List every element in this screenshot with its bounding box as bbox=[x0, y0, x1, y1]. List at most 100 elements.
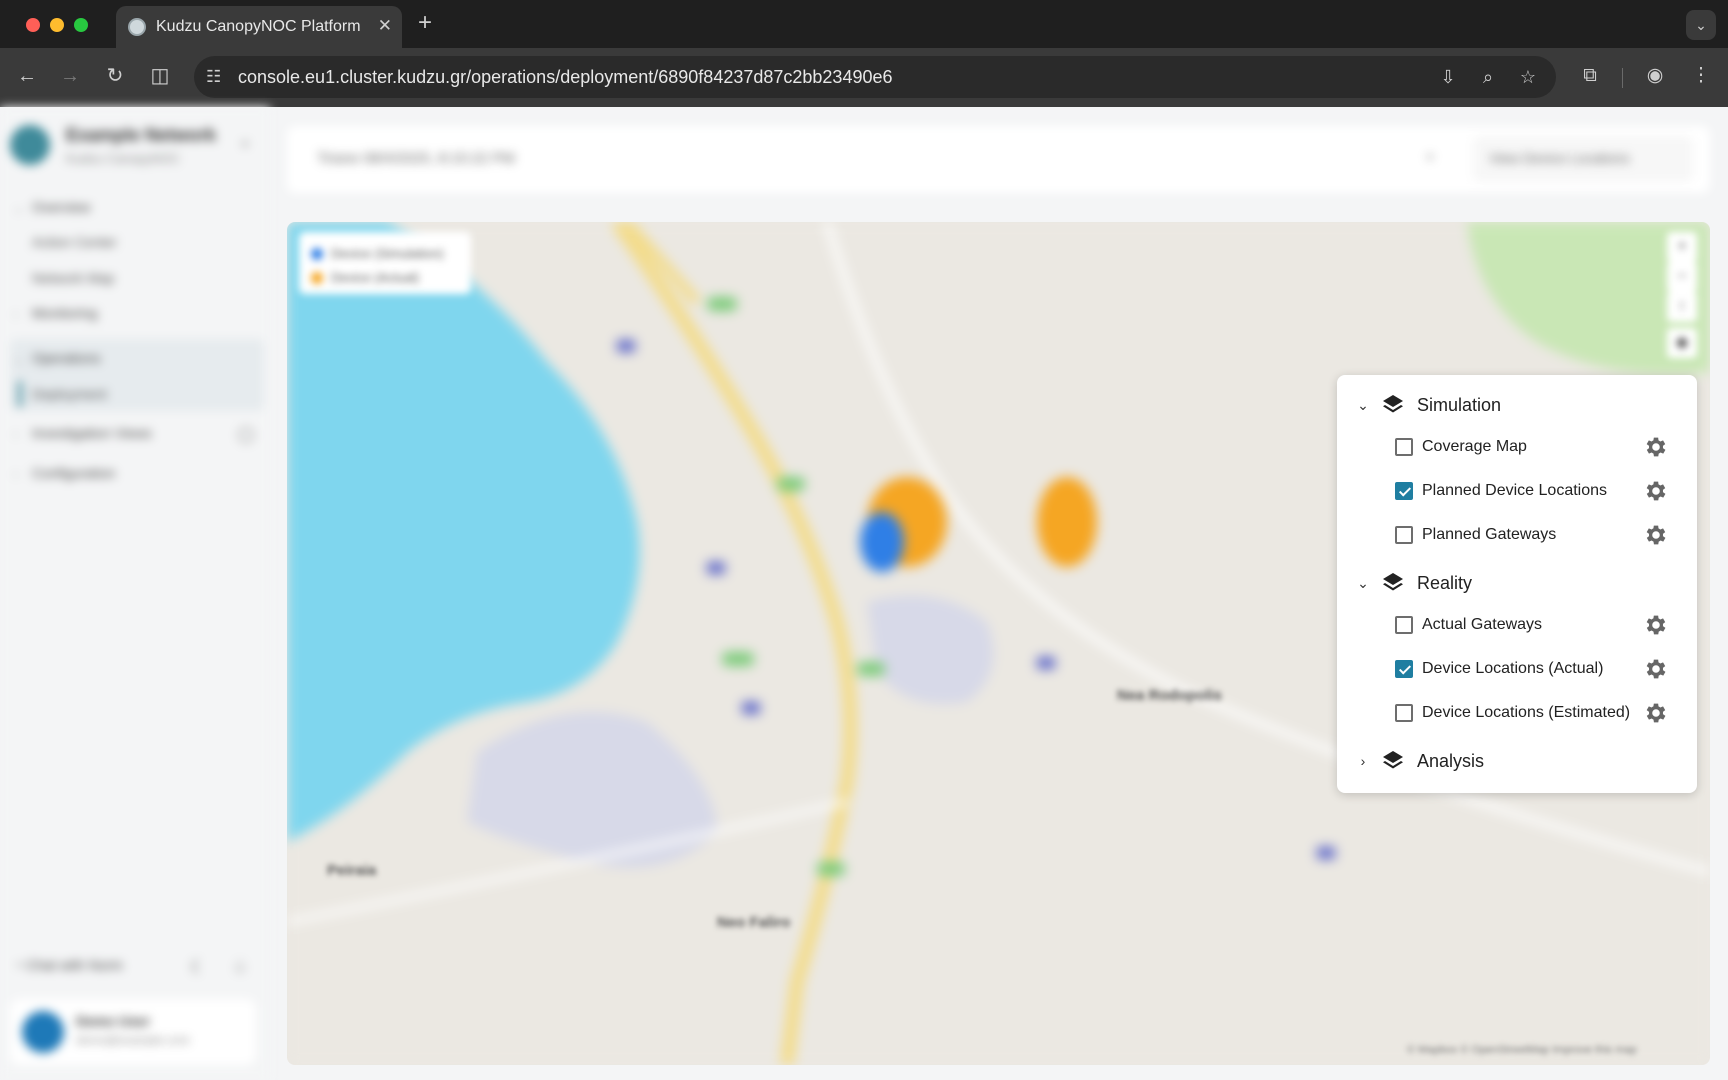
layer-label: Device Locations (Estimated) bbox=[1422, 704, 1631, 721]
layer-item-device-locations-actual[interactable]: Device Locations (Actual) bbox=[1337, 653, 1697, 685]
layer-label: Device Locations (Actual) bbox=[1422, 660, 1604, 677]
org-avatar bbox=[10, 125, 50, 165]
checkbox-device-locations-estimated[interactable] bbox=[1395, 704, 1413, 722]
install-app-icon[interactable]: ⇩ bbox=[1436, 66, 1460, 88]
layers-icon bbox=[1383, 573, 1403, 591]
sidebar-item-investigation-views[interactable]: › Investigation Views bbox=[14, 425, 152, 441]
address-bar[interactable]: ☷ console.eu1.cluster.kudzu.gr/operation… bbox=[194, 56, 1556, 98]
gear-icon[interactable] bbox=[1643, 612, 1669, 638]
chevron-right-icon: › bbox=[14, 469, 18, 481]
maximize-window-button[interactable] bbox=[74, 18, 88, 32]
gear-icon[interactable] bbox=[1643, 700, 1669, 726]
user-email: demo@example.com bbox=[76, 1033, 190, 1047]
layer-label: Planned Gateways bbox=[1422, 526, 1557, 543]
chevron-down-icon[interactable]: ⌄ bbox=[1353, 393, 1373, 417]
notification-bell-icon[interactable]: ♤ bbox=[232, 957, 248, 978]
zoom-out-button[interactable]: − bbox=[1667, 262, 1697, 292]
back-icon[interactable]: ← bbox=[14, 64, 40, 88]
map-label-nea-rodopolis: Nea Rodopolis bbox=[1117, 687, 1223, 704]
layer-label: Coverage Map bbox=[1422, 438, 1527, 455]
layer-group-analysis[interactable]: › Analysis bbox=[1337, 743, 1697, 779]
gear-icon[interactable] bbox=[1643, 478, 1669, 504]
sidebar-item-monitoring[interactable]: › Monitoring bbox=[14, 305, 97, 321]
avatar bbox=[22, 1011, 64, 1053]
view-selector[interactable]: View Device Locations bbox=[1473, 136, 1693, 182]
chevron-down-icon[interactable]: ▾ bbox=[242, 137, 248, 151]
layer-group-label: Simulation bbox=[1417, 395, 1502, 415]
compass-icon[interactable]: ↑ bbox=[1667, 292, 1697, 322]
sidebar-item-network-map[interactable]: Network Map bbox=[32, 270, 114, 286]
bookmark-star-icon[interactable]: ☆ bbox=[1516, 66, 1540, 88]
map-zoom-controls: + − ↑ ◆ bbox=[1667, 232, 1697, 358]
checkbox-planned-gateways[interactable] bbox=[1395, 526, 1413, 544]
layer-item-actual-gateways[interactable]: Actual Gateways bbox=[1337, 609, 1697, 641]
browser-tab[interactable]: Kudzu CanopyNOC Platform ✕ bbox=[116, 6, 402, 48]
sidebar-item-deployment[interactable]: Deployment bbox=[32, 386, 107, 402]
dark-mode-icon[interactable]: ☾ bbox=[190, 957, 206, 978]
gear-icon[interactable] bbox=[1643, 522, 1669, 548]
more-menu-icon[interactable]: ⋮ bbox=[1688, 64, 1714, 88]
close-window-button[interactable] bbox=[26, 18, 40, 32]
site-settings-icon[interactable]: ☷ bbox=[206, 66, 221, 88]
layers-icon bbox=[1383, 751, 1403, 769]
sidebar-item-operations[interactable]: ⌄ Operations bbox=[14, 350, 100, 366]
layer-group-reality[interactable]: ⌄ Reality bbox=[1337, 565, 1697, 601]
tab-search-button[interactable]: ⌄ bbox=[1686, 10, 1716, 40]
new-tab-button[interactable]: + bbox=[418, 10, 432, 36]
browser-toolbar: ← → ↻ ◫ ☷ console.eu1.cluster.kudzu.gr/o… bbox=[0, 48, 1728, 107]
layer-item-coverage-map[interactable]: Coverage Map bbox=[1337, 431, 1697, 463]
layer-item-planned-device-locations[interactable]: Planned Device Locations bbox=[1337, 475, 1697, 507]
sidebar: Example Network Kudzu CanopyNOC ▾ ⌄ Overv… bbox=[0, 107, 270, 1080]
sidebar-item-overview[interactable]: ⌄ Overview bbox=[14, 199, 90, 215]
gear-icon[interactable] bbox=[1643, 656, 1669, 682]
top-filter-bar: Tirane 08/4/2025, 8:15:22 PM ▾ View Devi… bbox=[287, 126, 1710, 193]
chevron-right-icon[interactable]: › bbox=[1353, 749, 1373, 773]
map-label-piraeus: Peiraia bbox=[327, 862, 377, 879]
zoom-icon[interactable]: ⌕ bbox=[1476, 66, 1500, 88]
org-subtitle: Kudzu CanopyNOC bbox=[66, 151, 181, 166]
layers-toggle-icon[interactable]: ◆ bbox=[1667, 328, 1697, 358]
legend-item-simulation: Device (Simulation) bbox=[311, 246, 444, 261]
browser-tab-strip: Kudzu CanopyNOC Platform ✕ + ⌄ bbox=[0, 0, 1728, 48]
gear-icon[interactable] bbox=[1643, 434, 1669, 460]
blue-dot-icon bbox=[311, 248, 323, 260]
nav-active-indicator bbox=[18, 381, 22, 407]
forward-icon[interactable]: → bbox=[57, 64, 83, 88]
checkbox-actual-gateways[interactable] bbox=[1395, 616, 1413, 634]
map-legend: Device (Simulation) Device (Actual) bbox=[299, 232, 471, 294]
minimize-window-button[interactable] bbox=[50, 18, 64, 32]
checkbox-device-locations-actual[interactable] bbox=[1395, 660, 1413, 678]
toolbar-divider bbox=[1622, 68, 1623, 88]
sidebar-item-action-center[interactable]: Action Center bbox=[32, 234, 117, 250]
sidebar-item-configuration[interactable]: › Configuration bbox=[14, 465, 115, 481]
map-attribution[interactable]: © Mapbox © OpenStreetMap Improve this ma… bbox=[1407, 1044, 1637, 1056]
chevron-right-icon: › bbox=[14, 309, 18, 321]
profile-icon[interactable]: ◉ bbox=[1642, 64, 1668, 88]
layers-icon bbox=[1383, 395, 1403, 413]
checkbox-coverage-map[interactable] bbox=[1395, 438, 1413, 456]
split-view-icon[interactable]: ◫ bbox=[147, 64, 173, 88]
chevron-down-icon[interactable]: ⌄ bbox=[1353, 571, 1373, 595]
timezone-selector[interactable]: Tirane 08/4/2025, 8:15:22 PM bbox=[317, 150, 515, 167]
layer-item-device-locations-estimated[interactable]: Device Locations (Estimated) bbox=[1337, 697, 1697, 729]
app-root: Example Network Kudzu CanopyNOC ▾ ⌄ Overv… bbox=[0, 107, 1728, 1080]
user-card[interactable]: Demo User demo@example.com bbox=[10, 999, 256, 1065]
tab-title: Kudzu CanopyNOC Platform bbox=[156, 18, 361, 35]
reload-icon[interactable]: ↻ bbox=[102, 64, 128, 88]
chevron-right-icon: › bbox=[14, 429, 18, 441]
zoom-in-button[interactable]: + bbox=[1667, 232, 1697, 262]
chevron-down-icon: ⌄ bbox=[14, 354, 24, 366]
layers-panel: ⌄ Simulation Coverage Map Planned Device… bbox=[1337, 375, 1697, 793]
chat-button[interactable]: ◔ Chat with Norm bbox=[14, 957, 123, 973]
layer-label: Planned Device Locations bbox=[1422, 482, 1608, 499]
checkbox-planned-device-locations[interactable] bbox=[1395, 482, 1413, 500]
close-tab-icon[interactable]: ✕ bbox=[378, 15, 392, 37]
view-selector-label: View Device Locations bbox=[1489, 150, 1630, 166]
url-text[interactable]: console.eu1.cluster.kudzu.gr/operations/… bbox=[238, 66, 893, 88]
layer-group-label: Analysis bbox=[1417, 751, 1485, 771]
layer-group-simulation[interactable]: ⌄ Simulation bbox=[1337, 387, 1697, 423]
user-name: Demo User bbox=[76, 1013, 150, 1029]
extensions-icon[interactable]: ⧉ bbox=[1577, 64, 1603, 88]
layer-item-planned-gateways[interactable]: Planned Gateways bbox=[1337, 519, 1697, 551]
chevron-down-icon[interactable]: ▾ bbox=[1427, 150, 1433, 164]
